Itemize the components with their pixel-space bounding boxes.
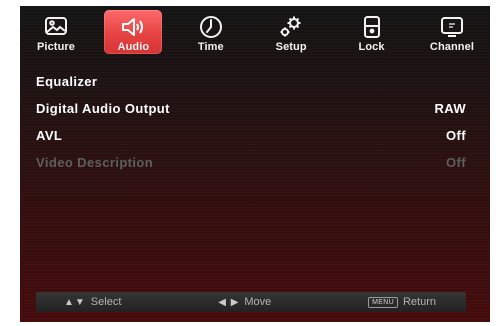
tab-lock[interactable]: Lock — [340, 10, 404, 58]
tab-time[interactable]: Time — [179, 10, 243, 58]
menu-item-equalizer[interactable]: Equalizer — [36, 68, 466, 95]
hint-move: ◀ ▶ Move — [218, 296, 271, 308]
navigation-hint-bar: ▲▼ Select ◀ ▶ Move MENU Return — [36, 292, 466, 312]
audio-settings-list: Equalizer Digital Audio Output RAW AVL O… — [36, 68, 466, 176]
menu-item-label: Digital Audio Output — [36, 101, 170, 116]
tab-label: Channel — [429, 41, 474, 53]
menu-item-value: Off — [446, 128, 466, 143]
menu-item-digital-audio-output[interactable]: Digital Audio Output RAW — [36, 95, 466, 122]
up-down-arrows-icon: ▲▼ — [64, 296, 86, 308]
menu-item-video-description: Video Description Off — [36, 149, 466, 176]
hint-select: ▲▼ Select — [64, 296, 121, 308]
tab-label: Lock — [358, 41, 385, 53]
tab-picture[interactable]: Picture — [24, 10, 88, 58]
tv-screen-icon — [438, 14, 466, 40]
menu-item-label: Video Description — [36, 155, 154, 170]
menu-item-avl[interactable]: AVL Off — [36, 122, 466, 149]
lock-icon — [358, 14, 386, 40]
menu-item-value: RAW — [434, 101, 466, 116]
tab-setup[interactable]: Setup — [259, 10, 323, 58]
clock-icon — [197, 14, 225, 40]
menu-item-value: Off — [446, 155, 466, 170]
tab-label: Setup — [275, 41, 307, 53]
menu-tab-bar: Picture Audio Time Setup Lock Channel — [20, 6, 490, 58]
settings-menu-panel: Picture Audio Time Setup Lock Channel Eq… — [20, 6, 490, 322]
picture-icon — [42, 14, 70, 40]
tab-label: Time — [197, 41, 224, 53]
left-right-arrows-icon: ◀ ▶ — [218, 296, 240, 308]
speaker-icon — [119, 14, 147, 40]
tab-channel[interactable]: Channel — [420, 10, 484, 58]
menu-key-icon: MENU — [368, 296, 398, 308]
hint-return-label: Return — [402, 296, 436, 308]
hint-return: MENU Return — [368, 296, 436, 308]
tab-label: Audio — [117, 41, 150, 53]
tv-frame: Picture Audio Time Setup Lock Channel Eq… — [0, 0, 496, 326]
hint-move-label: Move — [244, 296, 272, 308]
hint-select-label: Select — [90, 296, 122, 308]
gears-icon — [277, 14, 305, 40]
menu-item-label: AVL — [36, 128, 63, 143]
menu-item-label: Equalizer — [36, 74, 98, 89]
tab-label: Picture — [37, 41, 75, 53]
tab-audio[interactable]: Audio — [104, 10, 163, 54]
